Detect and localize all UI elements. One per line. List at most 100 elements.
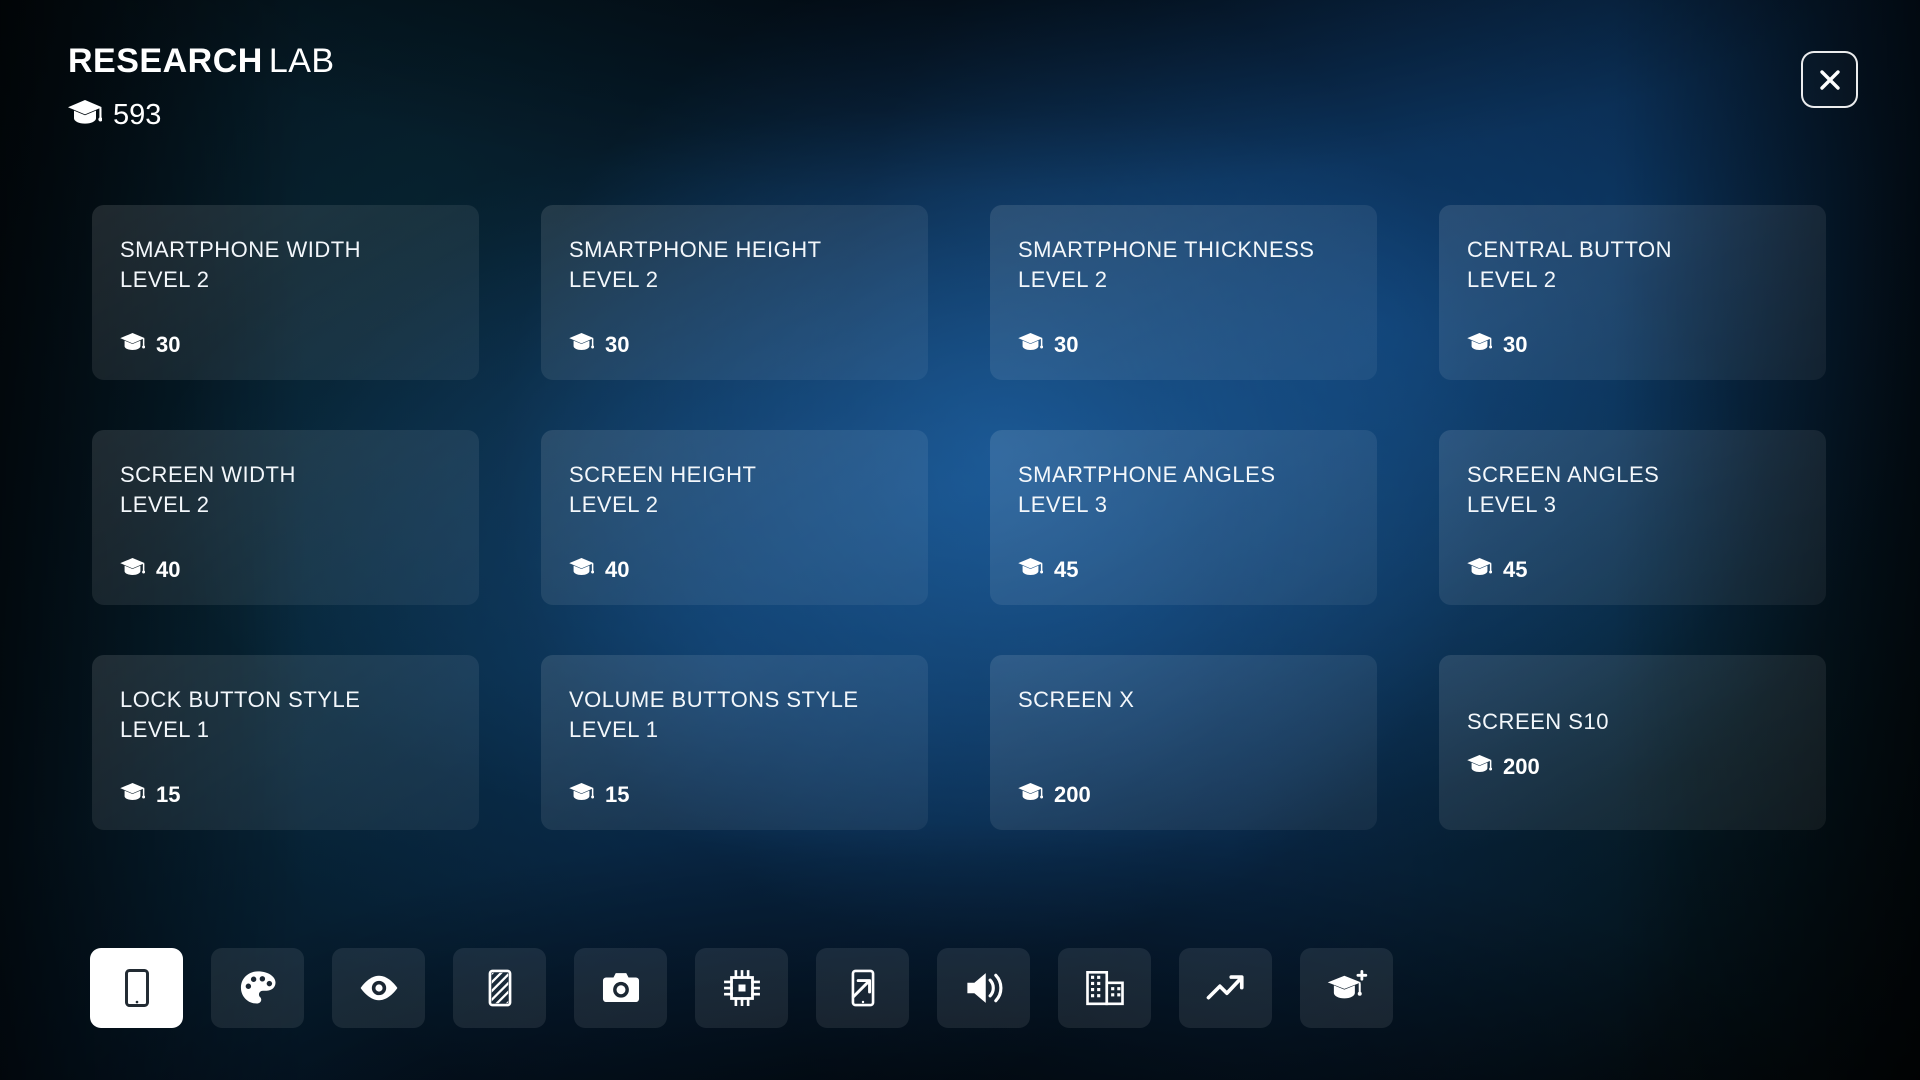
graduation-cap-plus-icon xyxy=(1326,967,1368,1009)
research-card[interactable]: SCREEN WIDTH LEVEL 2 40 xyxy=(92,430,479,605)
research-card-level: LEVEL 2 xyxy=(569,492,659,518)
close-button[interactable] xyxy=(1801,51,1858,108)
research-card[interactable]: SMARTPHONE WIDTH LEVEL 2 30 xyxy=(92,205,479,380)
research-card-level: LEVEL 2 xyxy=(569,267,659,293)
close-icon xyxy=(1819,69,1840,90)
toolbar-button-phone-share[interactable] xyxy=(816,948,909,1028)
graduation-cap-icon xyxy=(1018,783,1044,806)
research-card[interactable]: LOCK BUTTON STYLE LEVEL 1 15 xyxy=(92,655,479,830)
research-card-cost-value: 40 xyxy=(156,556,181,582)
research-card[interactable]: SCREEN ANGLES LEVEL 3 45 xyxy=(1439,430,1826,605)
research-points-value: 593 xyxy=(113,98,162,131)
toolbar-button-speaker-volume[interactable] xyxy=(937,948,1030,1028)
toolbar-button-trending-up[interactable] xyxy=(1179,948,1272,1028)
research-card-level: LEVEL 3 xyxy=(1467,492,1557,518)
toolbar-button-palette[interactable] xyxy=(211,948,304,1028)
toolbar-button-camera[interactable] xyxy=(574,948,667,1028)
toolbar-button-eye[interactable] xyxy=(332,948,425,1028)
research-card-cost-value: 30 xyxy=(156,331,181,357)
research-card-title: SMARTPHONE ANGLES xyxy=(1018,462,1276,487)
research-card-level: LEVEL 3 xyxy=(1018,492,1108,518)
research-card-level: LEVEL 1 xyxy=(569,717,659,743)
research-card-title: SMARTPHONE WIDTH xyxy=(120,237,362,262)
research-card-cost: 15 xyxy=(120,783,451,806)
research-card-cost-value: 45 xyxy=(1054,556,1079,582)
research-card-cost: 30 xyxy=(1467,333,1798,356)
research-card[interactable]: SCREEN HEIGHT LEVEL 2 40 xyxy=(541,430,928,605)
research-card-cost: 40 xyxy=(569,558,900,581)
research-card-title: CENTRAL BUTTON xyxy=(1467,237,1673,262)
research-card-level: LEVEL 1 xyxy=(120,717,210,743)
research-card-grid: SMARTPHONE WIDTH LEVEL 2 30 SMARTPHONE HEIG… xyxy=(92,205,1829,830)
speaker-volume-icon xyxy=(963,967,1005,1009)
category-toolbar xyxy=(90,948,1393,1028)
research-card-title: SCREEN X xyxy=(1018,687,1135,712)
research-card-cost: 200 xyxy=(1018,783,1349,806)
research-card-cost: 45 xyxy=(1467,558,1798,581)
research-card[interactable]: SCREEN S10 200 xyxy=(1439,655,1826,830)
graduation-cap-icon xyxy=(1467,333,1493,356)
research-card-level: LEVEL 2 xyxy=(120,492,210,518)
phone-share-icon xyxy=(842,967,884,1009)
research-card-cost: 40 xyxy=(120,558,451,581)
research-card-title: SCREEN WIDTH xyxy=(120,462,296,487)
research-card-title: SCREEN HEIGHT xyxy=(569,462,757,487)
research-card-cost: 30 xyxy=(1018,333,1349,356)
graduation-cap-icon xyxy=(569,783,595,806)
toolbar-button-graduation-cap-plus[interactable] xyxy=(1300,948,1393,1028)
research-card[interactable]: CENTRAL BUTTON LEVEL 2 30 xyxy=(1439,205,1826,380)
research-card-cost-value: 15 xyxy=(605,781,630,807)
palette-icon xyxy=(237,967,279,1009)
graduation-cap-icon xyxy=(120,558,146,581)
eye-icon xyxy=(358,967,400,1009)
graduation-cap-icon xyxy=(1467,755,1493,778)
research-card-cost-value: 30 xyxy=(1503,331,1528,357)
phone-texture-icon xyxy=(479,967,521,1009)
research-lab-screen: RESEARCH LAB 593 SMARTPHONE WIDTH LEVEL 2 3… xyxy=(0,0,1920,1080)
camera-icon xyxy=(600,967,642,1009)
research-card-cost: 15 xyxy=(569,783,900,806)
research-card-cost-value: 200 xyxy=(1054,781,1091,807)
research-card-cost: 45 xyxy=(1018,558,1349,581)
research-card[interactable]: SMARTPHONE ANGLES LEVEL 3 45 xyxy=(990,430,1377,605)
cpu-chip-icon xyxy=(721,967,763,1009)
research-card-cost: 30 xyxy=(120,333,451,356)
research-card-title: SCREEN ANGLES xyxy=(1467,462,1660,487)
research-card-level: LEVEL 2 xyxy=(120,267,210,293)
graduation-cap-icon xyxy=(68,100,103,130)
toolbar-button-smartphone[interactable] xyxy=(90,948,183,1028)
toolbar-button-cpu-chip[interactable] xyxy=(695,948,788,1028)
research-card[interactable]: SMARTPHONE THICKNESS LEVEL 2 30 xyxy=(990,205,1377,380)
research-card-cost: 200 xyxy=(1467,755,1798,778)
smartphone-icon xyxy=(116,967,158,1009)
research-points: 593 xyxy=(68,100,335,130)
research-card[interactable]: VOLUME BUTTONS STYLE LEVEL 1 15 xyxy=(541,655,928,830)
graduation-cap-icon xyxy=(1018,333,1044,356)
research-card[interactable]: SMARTPHONE HEIGHT LEVEL 2 30 xyxy=(541,205,928,380)
research-card-cost-value: 30 xyxy=(605,331,630,357)
research-card-cost: 30 xyxy=(569,333,900,356)
graduation-cap-icon xyxy=(1467,558,1493,581)
trending-up-icon xyxy=(1205,967,1247,1009)
research-card-title: SMARTPHONE HEIGHT xyxy=(569,237,822,262)
research-card-cost-value: 200 xyxy=(1503,753,1540,779)
page-title-light: LAB xyxy=(268,42,335,80)
graduation-cap-icon xyxy=(1018,558,1044,581)
graduation-cap-icon xyxy=(120,333,146,356)
page-title: RESEARCH LAB xyxy=(68,44,335,78)
research-card-cost-value: 30 xyxy=(1054,331,1079,357)
research-card-title: SCREEN S10 xyxy=(1467,708,1609,734)
graduation-cap-icon xyxy=(120,783,146,806)
research-card-cost-value: 40 xyxy=(605,556,630,582)
research-card-title: LOCK BUTTON STYLE xyxy=(120,687,361,712)
office-building-icon xyxy=(1084,967,1126,1009)
page-title-strong: RESEARCH xyxy=(68,42,263,80)
research-card-title: VOLUME BUTTONS STYLE xyxy=(569,687,859,712)
research-card-level: LEVEL 2 xyxy=(1467,267,1557,293)
research-card-cost-value: 15 xyxy=(156,781,181,807)
research-card-cost-value: 45 xyxy=(1503,556,1528,582)
toolbar-button-phone-texture[interactable] xyxy=(453,948,546,1028)
toolbar-button-office-building[interactable] xyxy=(1058,948,1151,1028)
graduation-cap-icon xyxy=(569,333,595,356)
research-card[interactable]: SCREEN X 200 xyxy=(990,655,1377,830)
